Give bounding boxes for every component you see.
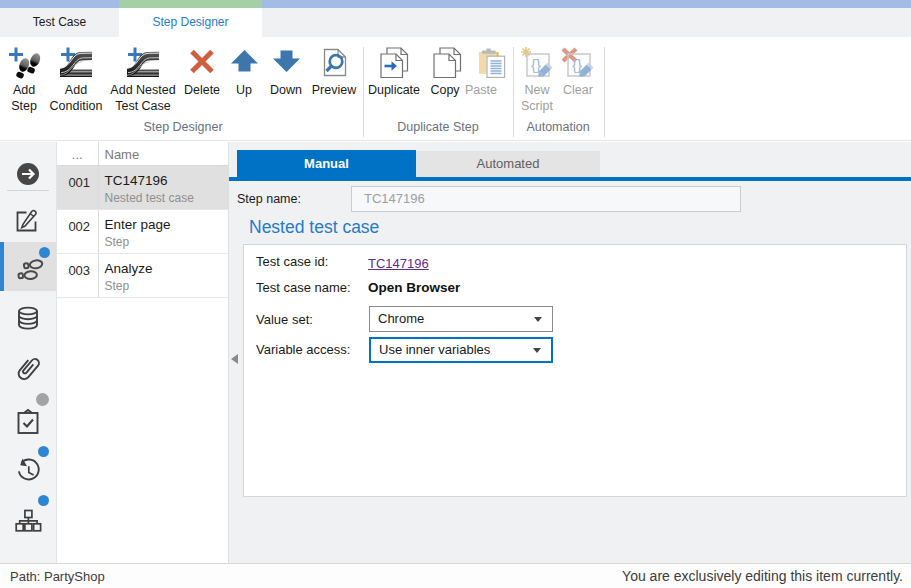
svg-text:{}: {}: [531, 56, 541, 73]
svg-text:{}: {}: [572, 56, 582, 73]
